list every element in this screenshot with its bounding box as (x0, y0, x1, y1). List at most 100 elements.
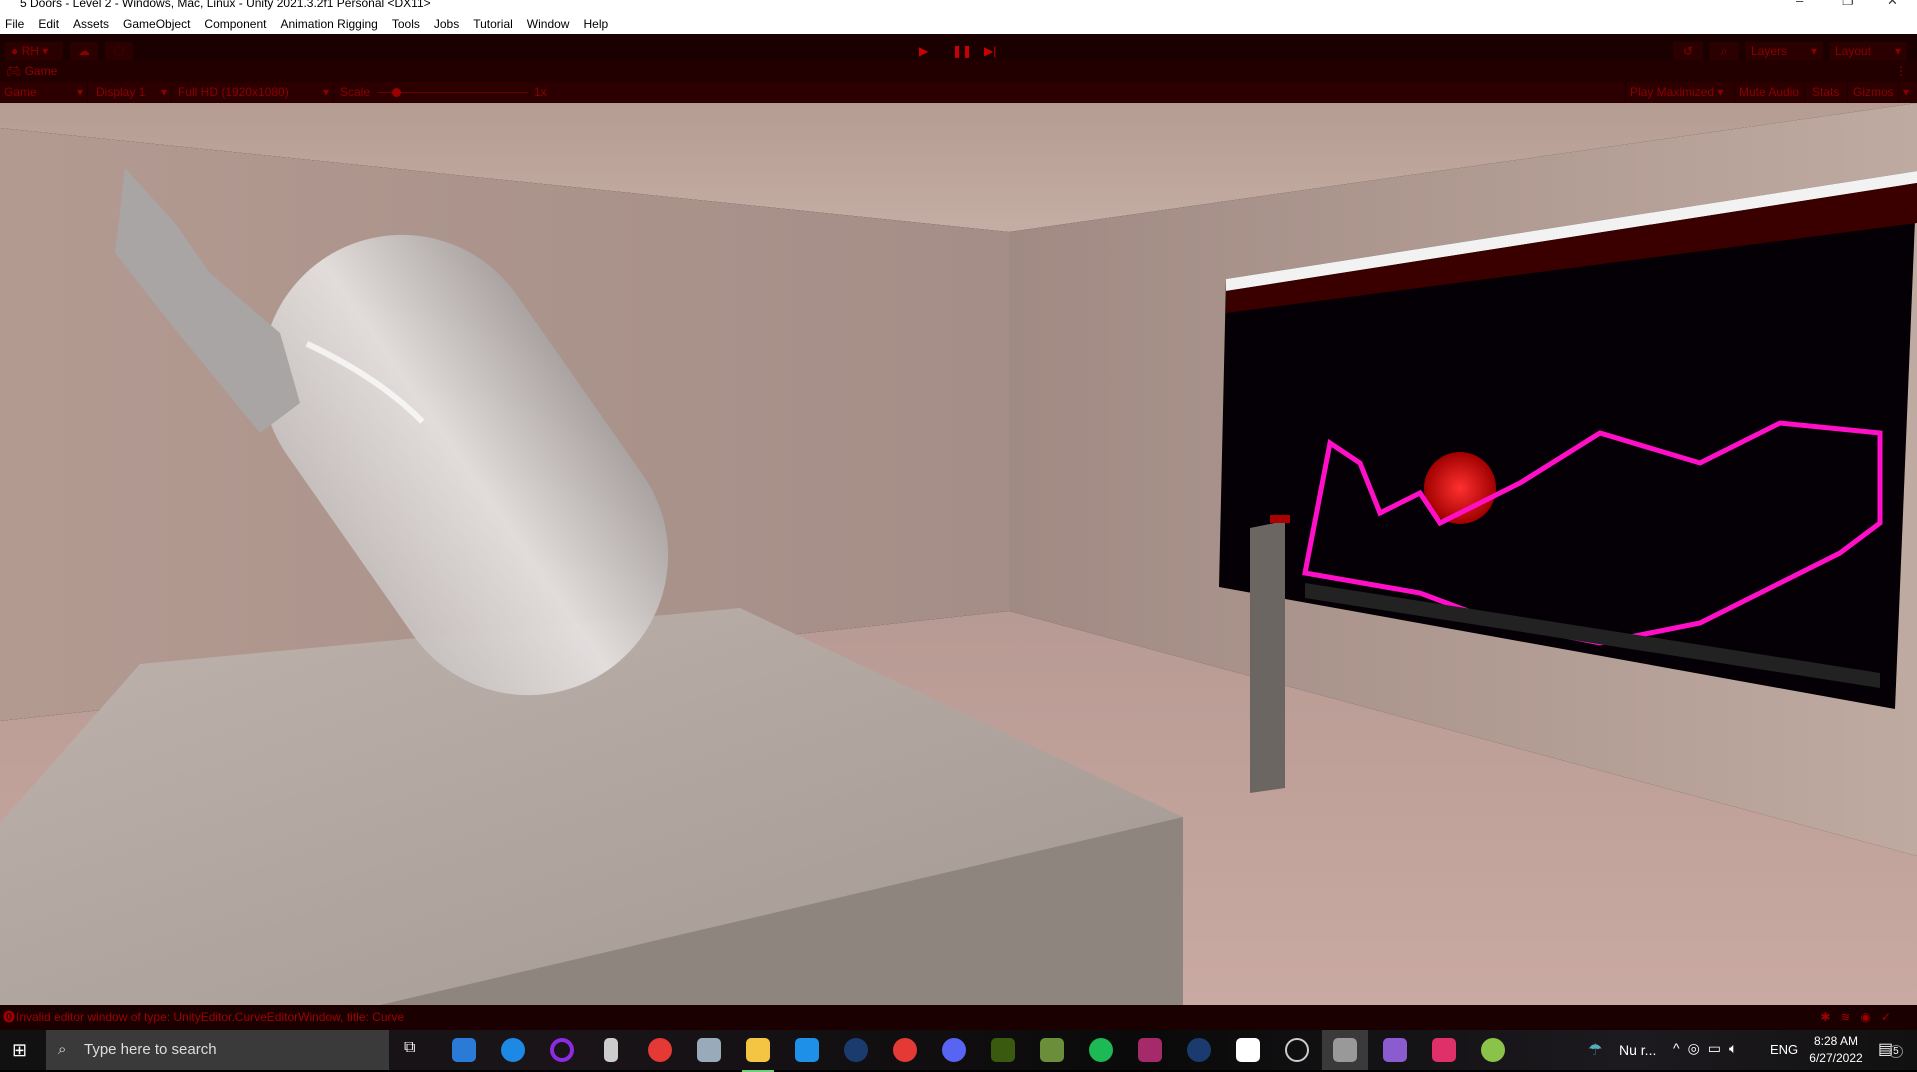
weather-text[interactable]: Nu r... (1619, 1042, 1656, 1058)
stats-toggle[interactable]: Stats (1808, 82, 1848, 103)
gizmos-dropdown[interactable]: ▾ (1899, 82, 1917, 103)
menu-animation-rigging[interactable]: Animation Rigging (280, 17, 377, 31)
clock[interactable]: 8:28 AM 6/27/2022 (1806, 1033, 1866, 1067)
windows-start-icon[interactable]: ⊞ (12, 1040, 27, 1061)
game-viewport[interactable] (0, 103, 1917, 1005)
pause-button[interactable]: ❚❚ (946, 42, 972, 60)
status-icons[interactable]: ✱≋◉✓ (1820, 1005, 1901, 1030)
obs-icon[interactable] (1285, 1038, 1309, 1062)
history-button[interactable]: ↺ (1673, 42, 1703, 60)
slider-handle[interactable] (392, 88, 401, 97)
search-placeholder: Type here to search (84, 1041, 217, 1058)
steam-icon[interactable] (844, 1038, 868, 1062)
close-button[interactable]: ✕ (1887, 0, 1898, 7)
display-label: Display 1 (96, 85, 146, 99)
view-dropdown[interactable]: Game ▾ (0, 82, 88, 103)
spotify-icon[interactable] (1089, 1038, 1113, 1062)
chevron-down-icon: ▾ (76, 85, 83, 99)
winrar-icon[interactable] (1138, 1038, 1162, 1062)
scale-slider[interactable]: Scale 1x (336, 82, 556, 103)
tab-game[interactable]: 🎮︎ Game ⋮ (0, 60, 1917, 82)
stats-label: Stats (1812, 85, 1840, 99)
layout-label: Layout (1835, 44, 1872, 58)
status-bar[interactable]: ⓿ Invalid editor window of type: UnityEd… (0, 1005, 1917, 1030)
skyrim-icon[interactable] (604, 1038, 618, 1062)
stand-pole (1250, 521, 1285, 793)
visual-studio-icon[interactable] (1383, 1038, 1407, 1062)
menu-window[interactable]: Window (527, 17, 570, 31)
more-options-icon[interactable]: ⋮ (1895, 60, 1907, 82)
notifications-button[interactable]: ▤5 (1878, 1039, 1903, 1059)
status-message[interactable]: Invalid editor window of type: UnityEdit… (16, 1010, 404, 1024)
step-icon: ▶| (984, 44, 997, 58)
search-input[interactable]: ⌕ Type here to search (46, 1030, 389, 1070)
account-label: RH (21, 44, 39, 58)
chevron-down-icon: ▾ (1810, 44, 1817, 58)
chevron-down-icon: ▾ (160, 85, 167, 99)
creative-cloud-icon[interactable] (1432, 1038, 1456, 1062)
ea-icon[interactable] (648, 1038, 672, 1062)
maximize-button[interactable]: ❐ (1842, 0, 1854, 7)
tray-icons[interactable]: ^◎▭🔈︎ (1673, 1040, 1745, 1057)
discord-icon[interactable] (942, 1038, 966, 1062)
play-button[interactable]: ▶ (913, 42, 937, 60)
search-button[interactable]: ⌕ (1709, 42, 1739, 60)
language-indicator[interactable]: ENG (1770, 1042, 1798, 1057)
menu-assets[interactable]: Assets (73, 17, 109, 31)
error-icon: ⓿ (3, 1010, 16, 1024)
play-maximized-dropdown[interactable]: Play Maximized ▾ (1625, 82, 1735, 103)
account-button[interactable]: ● RH ▾ (5, 42, 63, 60)
weather-icon[interactable]: ☂ (1588, 1040, 1602, 1060)
gizmos-label: Gizmos (1853, 85, 1894, 99)
clock-time: 8:28 AM (1813, 1034, 1859, 1048)
play-maximized-label: Play Maximized (1630, 85, 1715, 99)
todo-icon[interactable] (452, 1038, 476, 1062)
display-dropdown[interactable]: Display 1 ▾ (92, 82, 172, 103)
notification-count: 5 (1889, 1045, 1903, 1058)
collab-icon: ⬡ (113, 44, 125, 58)
mail-icon[interactable] (795, 1038, 819, 1062)
view-label: Game (4, 85, 37, 99)
gizmos-toggle[interactable]: Gizmos (1849, 82, 1899, 103)
menu-tools[interactable]: Tools (392, 17, 420, 31)
step-button[interactable]: ▶| (978, 42, 1002, 60)
layout-dropdown[interactable]: Layout ▾ (1829, 42, 1907, 60)
minecraft-icon[interactable] (1040, 1038, 1064, 1062)
cloud-button[interactable]: ☁ (70, 42, 98, 60)
menu-file[interactable]: File (5, 17, 24, 31)
windows-taskbar: ⊞ ⌕ Type here to search ⧉ ☂ Nu r... ^◎▭🔈… (0, 1030, 1917, 1072)
stand-button (1270, 515, 1290, 523)
mute-audio-toggle[interactable]: Mute Audio (1735, 82, 1805, 103)
file-explorer-icon[interactable] (742, 1038, 774, 1072)
menu-help[interactable]: Help (583, 17, 608, 31)
database-icon: ≋ (1840, 1010, 1861, 1024)
collab-button[interactable]: ⬡ (105, 42, 133, 60)
resolution-dropdown[interactable]: Full HD (1920x1080) ▾ (174, 82, 334, 103)
chrome-icon[interactable] (893, 1038, 917, 1062)
layers-dropdown[interactable]: Layers ▾ (1745, 42, 1823, 60)
unity-taskbar-button[interactable] (1322, 1030, 1368, 1070)
android-icon[interactable] (1481, 1038, 1505, 1062)
menu-edit[interactable]: Edit (38, 17, 59, 31)
uplay-icon[interactable] (501, 1038, 525, 1062)
title-bar: 5 Doors - Level 2 - Windows, Mac, Linux … (0, 0, 1917, 14)
chevron-down-icon: ▾ (322, 85, 329, 99)
gamepad-icon: 🎮︎ (6, 64, 22, 78)
task-view-icon[interactable]: ⧉ (404, 1039, 415, 1057)
menu-jobs[interactable]: Jobs (434, 17, 459, 31)
history-icon: ↺ (1682, 44, 1694, 58)
cortana-icon[interactable] (550, 1038, 574, 1062)
resource-monitor-icon[interactable] (697, 1038, 721, 1062)
nvidia-icon[interactable] (991, 1038, 1015, 1062)
menu-gameobject[interactable]: GameObject (123, 17, 190, 31)
menu-tutorial[interactable]: Tutorial (473, 17, 513, 31)
play-icon: ▶ (919, 44, 929, 58)
light-icon: ◉ (1860, 1010, 1881, 1024)
bug-icon: ✱ (1820, 1010, 1841, 1024)
notion-icon[interactable] (1236, 1038, 1260, 1062)
steam-icon-2[interactable] (1187, 1038, 1211, 1062)
onedrive-icon: ◎ (1687, 1040, 1708, 1056)
minimize-button[interactable]: – (1796, 0, 1803, 7)
menu-component[interactable]: Component (204, 17, 266, 31)
menu-bar: File Edit Assets GameObject Component An… (0, 14, 1917, 34)
